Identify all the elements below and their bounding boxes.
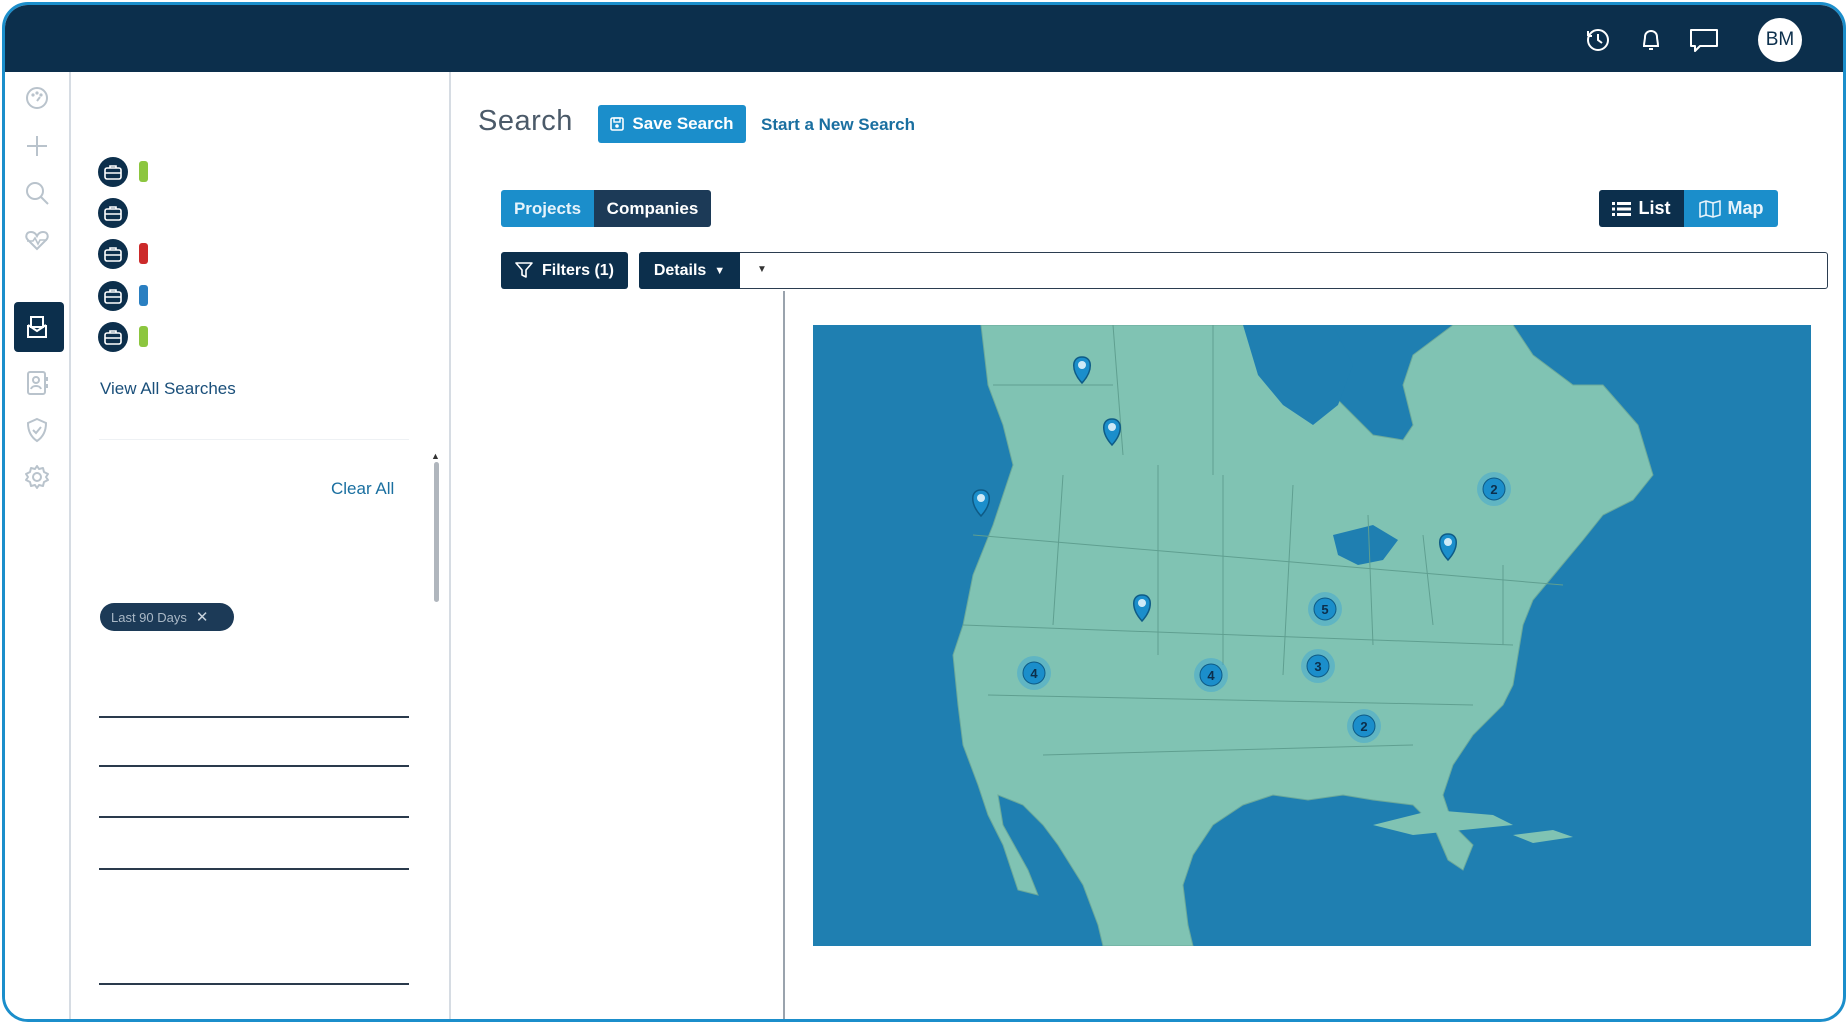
map-canvas: 2 5 4 4 3 2 — [813, 325, 1811, 946]
history-icon[interactable] — [1583, 25, 1613, 55]
contacts-icon[interactable] — [23, 369, 51, 397]
details-select-bar[interactable]: Details ▼ ▼ — [639, 252, 1828, 289]
filters-button[interactable]: Filters (1) — [501, 252, 628, 289]
app-window: BM View All Searches ▲ Clear All Last 90… — [2, 2, 1846, 1022]
shield-check-icon[interactable] — [23, 416, 51, 444]
saved-search-icon[interactable] — [23, 313, 51, 341]
filter-field[interactable] — [99, 716, 409, 718]
map-cluster[interactable]: 5 — [1308, 592, 1342, 626]
saved-search-tag — [139, 326, 148, 347]
panel-scrollbar[interactable] — [434, 462, 439, 602]
briefcase-icon — [98, 239, 128, 269]
tab-companies[interactable]: Companies — [594, 190, 711, 227]
dashboard-icon[interactable] — [23, 84, 51, 112]
map-cluster[interactable]: 4 — [1194, 658, 1228, 692]
chat-icon[interactable] — [1687, 25, 1721, 55]
list-icon — [1612, 201, 1632, 216]
map-view-label: Map — [1727, 198, 1764, 218]
tab-projects[interactable]: Projects — [501, 190, 594, 227]
search-icon[interactable] — [23, 179, 51, 207]
map-icon — [1698, 199, 1721, 218]
filter-field[interactable] — [99, 983, 409, 985]
avatar[interactable]: BM — [1758, 18, 1802, 62]
cluster-count: 4 — [1030, 666, 1038, 681]
save-search-button[interactable]: Save Search — [598, 105, 746, 143]
map-cluster[interactable]: 2 — [1347, 709, 1381, 743]
filter-icon — [515, 262, 533, 278]
filters-label: Filters (1) — [541, 261, 614, 279]
start-new-search-link[interactable]: Start a New Search — [761, 115, 915, 135]
results-divider — [783, 291, 785, 1019]
filter-field[interactable] — [99, 816, 409, 818]
filter-chip-label: Last 90 Days — [111, 609, 187, 625]
clear-all-link[interactable]: Clear All — [331, 479, 394, 499]
map-view-button[interactable]: Map — [1684, 190, 1778, 227]
details-label: Details — [653, 261, 707, 279]
details-dropdown[interactable]: Details ▼ — [639, 252, 740, 289]
cluster-count: 2 — [1490, 482, 1497, 497]
briefcase-icon — [98, 281, 128, 311]
filter-field[interactable] — [99, 765, 409, 767]
panel-divider — [99, 439, 409, 440]
briefcase-icon — [98, 198, 128, 228]
view-toggle: List Map — [1599, 190, 1778, 227]
map-cluster[interactable]: 2 — [1477, 472, 1511, 506]
save-search-label: Save Search — [632, 114, 734, 133]
list-view-button[interactable]: List — [1599, 190, 1684, 227]
bell-icon[interactable] — [1636, 25, 1666, 55]
map-cluster[interactable]: 3 — [1301, 649, 1335, 683]
save-icon — [610, 117, 625, 131]
close-icon[interactable]: ✕ — [196, 608, 209, 626]
briefcase-icon — [98, 157, 128, 187]
view-all-searches-link[interactable]: View All Searches — [100, 379, 236, 399]
saved-searches-panel: View All Searches ▲ Clear All Last 90 Da… — [71, 72, 451, 1019]
briefcase-icon — [98, 322, 128, 352]
map-cluster[interactable]: 4 — [1017, 656, 1051, 690]
filter-field[interactable] — [99, 868, 409, 870]
caret-icon: ▼ — [757, 264, 767, 275]
list-view-label: List — [1638, 198, 1671, 218]
cluster-count: 2 — [1360, 719, 1367, 734]
entity-tabs: Projects Companies — [501, 190, 711, 227]
cluster-count: 5 — [1321, 602, 1328, 617]
heartbeat-icon[interactable] — [23, 226, 51, 254]
cluster-count: 3 — [1314, 659, 1321, 674]
page-title: Search — [478, 105, 573, 137]
results-map[interactable]: 2 5 4 4 3 2 — [813, 325, 1811, 946]
saved-search-tag — [139, 161, 148, 182]
chevron-down-icon: ▼ — [714, 264, 726, 277]
saved-search-tag — [139, 243, 148, 264]
top-bar: BM — [5, 5, 1843, 72]
saved-search-tag — [139, 285, 148, 306]
cluster-count: 4 — [1207, 668, 1215, 683]
filter-chip[interactable]: Last 90 Days ✕ — [100, 603, 234, 631]
gear-icon[interactable] — [23, 463, 51, 491]
plus-icon[interactable] — [23, 132, 51, 160]
left-rail — [5, 72, 71, 1019]
scroll-up-arrow-icon[interactable]: ▲ — [431, 451, 440, 461]
